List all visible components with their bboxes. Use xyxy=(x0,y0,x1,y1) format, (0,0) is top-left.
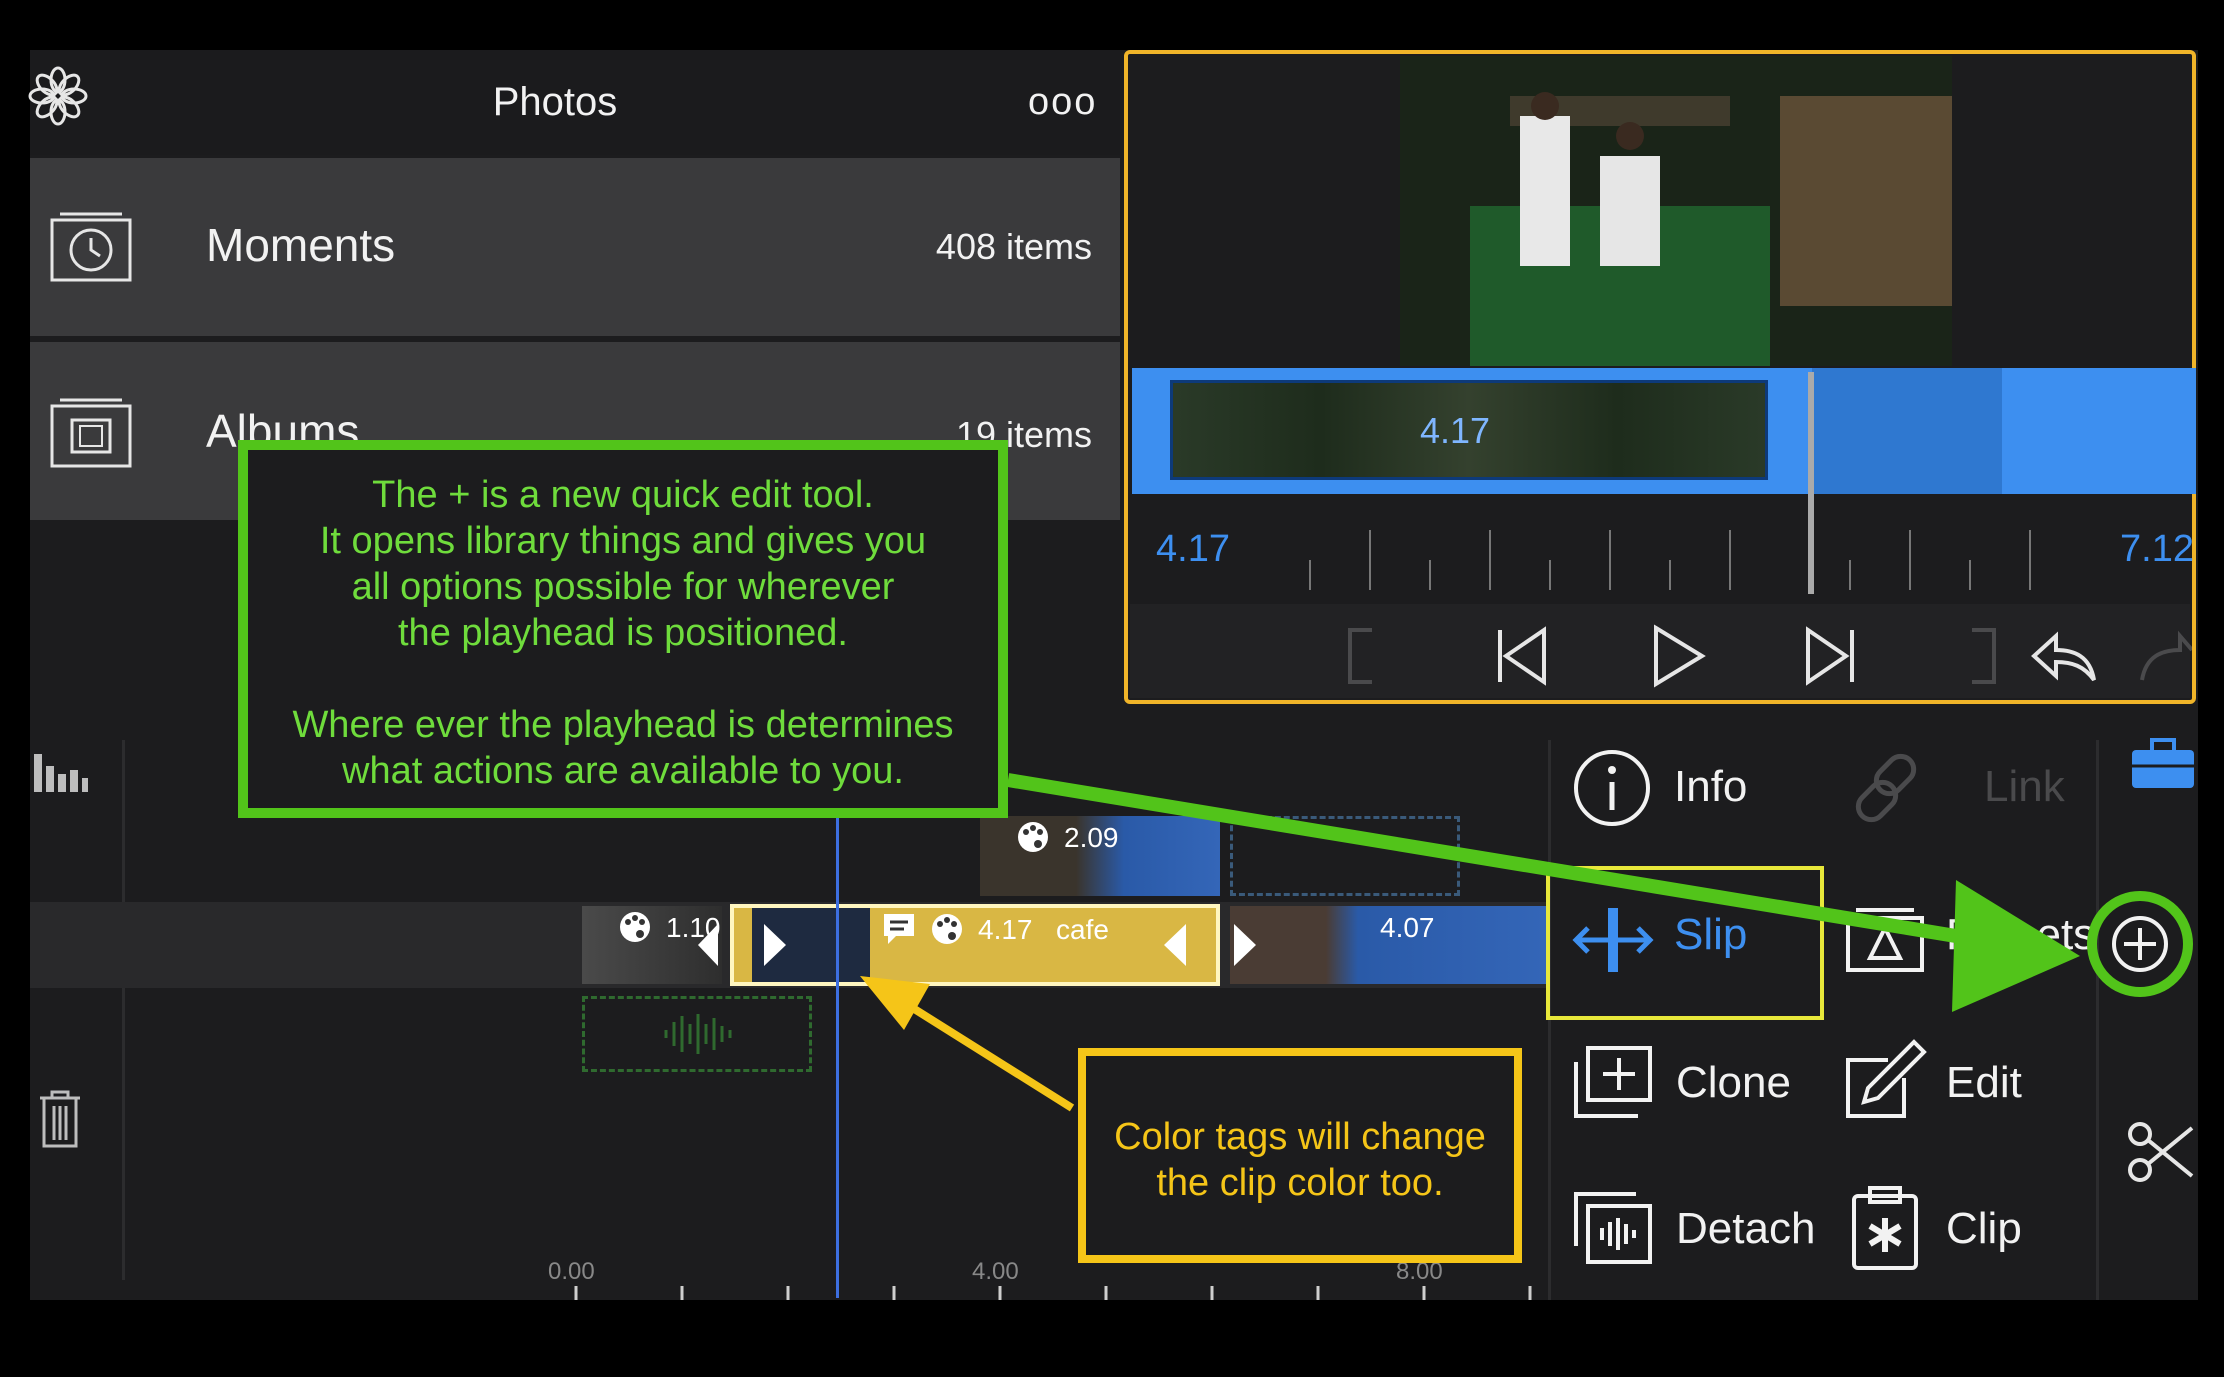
annotation-arrows xyxy=(860,773,2080,1112)
